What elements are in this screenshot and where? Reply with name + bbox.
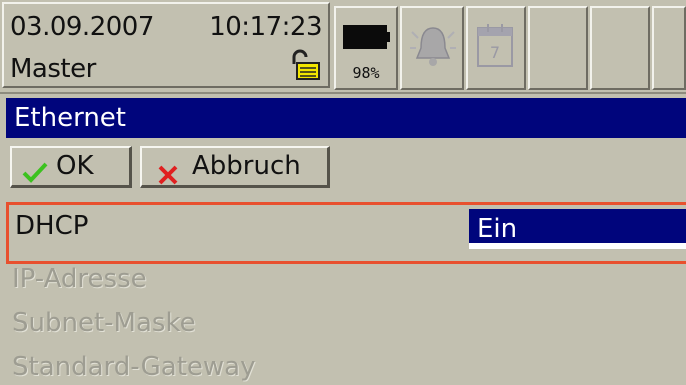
- empty-tile-3[interactable]: [652, 6, 686, 90]
- dialog-title: Ethernet: [14, 103, 126, 133]
- battery-icon: [343, 25, 390, 49]
- status-bar: 03.09.2007 10:17:23 Master 98% 7: [0, 0, 686, 94]
- dhcp-value: Ein: [477, 214, 518, 244]
- ok-label: OK: [56, 151, 94, 181]
- calendar-tile[interactable]: 7: [466, 6, 526, 90]
- checkmark-icon: [22, 157, 48, 193]
- cancel-label: Abbruch: [192, 151, 301, 181]
- date-display: 03.09.2007: [10, 12, 154, 42]
- dialog-title-bar: Ethernet: [6, 98, 686, 138]
- time-display: 10:17:23: [209, 12, 322, 42]
- lock-open-icon[interactable]: [288, 48, 322, 86]
- ip-address-label: IP-Adresse: [12, 264, 147, 294]
- svg-text:7: 7: [490, 43, 500, 62]
- battery-percent: 98%: [352, 64, 380, 82]
- ok-button[interactable]: OK: [10, 146, 132, 188]
- alarm-bell-icon: [410, 27, 456, 66]
- dhcp-select[interactable]: Ein: [469, 209, 686, 249]
- empty-tile-1[interactable]: [528, 6, 588, 90]
- alarm-tile[interactable]: [400, 6, 464, 90]
- dhcp-label: DHCP: [15, 211, 89, 241]
- cancel-button[interactable]: Abbruch: [140, 146, 330, 188]
- user-display: Master: [10, 54, 96, 84]
- empty-tile-2[interactable]: [590, 6, 650, 90]
- subnet-mask-label: Subnet-Maske: [12, 308, 196, 338]
- battery-tile[interactable]: 98%: [334, 6, 398, 90]
- dhcp-row[interactable]: DHCP Ein: [6, 202, 686, 264]
- calendar-icon: 7: [477, 24, 513, 67]
- default-gateway-label: Standard-Gateway: [12, 352, 256, 382]
- close-icon: [158, 159, 178, 195]
- status-info-box: 03.09.2007 10:17:23 Master: [2, 2, 330, 88]
